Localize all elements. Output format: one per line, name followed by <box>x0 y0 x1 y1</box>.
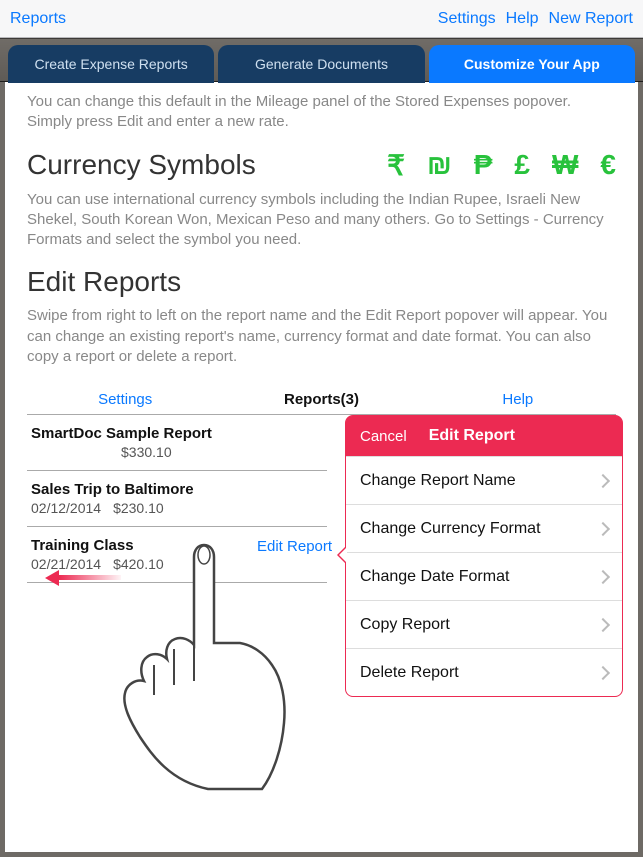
peso-icon: ₱ <box>474 149 493 181</box>
list-item: SmartDoc Sample Report $330.10 <box>27 415 327 471</box>
pointing-hand-icon <box>112 533 292 793</box>
example-tab-reports: Reports(3) <box>223 391 419 408</box>
report-name: SmartDoc Sample Report <box>31 425 323 442</box>
tab-generate-documents[interactable]: Generate Documents <box>218 45 424 83</box>
popover-cancel-button[interactable]: Cancel <box>360 428 407 445</box>
popover-item-change-report-name[interactable]: Change Report Name <box>346 456 622 504</box>
popover-item-change-date-format[interactable]: Change Date Format <box>346 552 622 600</box>
tab-create-expense-reports[interactable]: Create Expense Reports <box>8 45 214 83</box>
example-screenshot: Settings Reports(3) Help SmartDoc Sample… <box>27 383 616 583</box>
report-name: Sales Trip to Baltimore <box>31 481 323 498</box>
tab-customize-your-app[interactable]: Customize Your App <box>429 45 635 83</box>
popover-header: Cancel Edit Report <box>346 416 622 456</box>
popover-item-change-currency-format[interactable]: Change Currency Format <box>346 504 622 552</box>
report-date: 02/12/2014 <box>31 500 101 516</box>
chevron-right-icon <box>596 473 610 487</box>
edit-reports-heading: Edit Reports <box>27 266 616 298</box>
page-content: You can change this default in the Milea… <box>0 82 643 857</box>
currency-paragraph: You can use international currency symbo… <box>27 190 616 251</box>
currency-symbols-heading: Currency Symbols <box>27 149 256 181</box>
shekel-icon: ₪ <box>427 149 452 181</box>
popover-item-delete-report[interactable]: Delete Report <box>346 648 622 696</box>
popover-item-label: Change Report Name <box>360 472 516 490</box>
popover-item-copy-report[interactable]: Copy Report <box>346 600 622 648</box>
main-tabbar: Create Expense Reports Generate Document… <box>0 38 643 82</box>
chevron-right-icon <box>596 617 610 631</box>
report-amount: $330.10 <box>121 444 172 460</box>
pound-icon: £ <box>514 149 530 181</box>
chevron-right-icon <box>596 521 610 535</box>
euro-icon: € <box>600 149 616 181</box>
edit-reports-paragraph: Swipe from right to left on the report n… <box>27 306 616 367</box>
popover-item-label: Change Date Format <box>360 568 509 586</box>
popover-title: Edit Report <box>429 427 515 445</box>
popover-item-label: Copy Report <box>360 616 450 634</box>
help-nav-link[interactable]: Help <box>506 10 539 28</box>
example-tab-help: Help <box>420 391 616 408</box>
popover-item-label: Change Currency Format <box>360 520 541 538</box>
list-item: Sales Trip to Baltimore 02/12/2014 $230.1… <box>27 471 327 527</box>
edit-report-popover: Cancel Edit Report Change Report Name Ch… <box>345 415 623 697</box>
rupee-icon: ₹ <box>387 149 405 182</box>
new-report-nav-link[interactable]: New Report <box>549 10 633 28</box>
reports-nav-link[interactable]: Reports <box>10 10 66 28</box>
toolbar: Reports Settings Help New Report <box>0 0 643 38</box>
settings-nav-link[interactable]: Settings <box>438 10 496 28</box>
popover-item-label: Delete Report <box>360 664 459 682</box>
won-icon: ₩ <box>552 149 578 181</box>
chevron-right-icon <box>596 569 610 583</box>
mileage-intro-paragraph: You can change this default in the Milea… <box>27 92 616 133</box>
currency-icons-row: ₹ ₪ ₱ £ ₩ € <box>387 149 616 182</box>
example-tabbar: Settings Reports(3) Help <box>27 383 616 415</box>
example-tab-settings: Settings <box>27 391 223 408</box>
report-amount: $230.10 <box>113 500 164 516</box>
swipe-left-arrow-icon <box>45 569 121 587</box>
chevron-right-icon <box>596 665 610 679</box>
